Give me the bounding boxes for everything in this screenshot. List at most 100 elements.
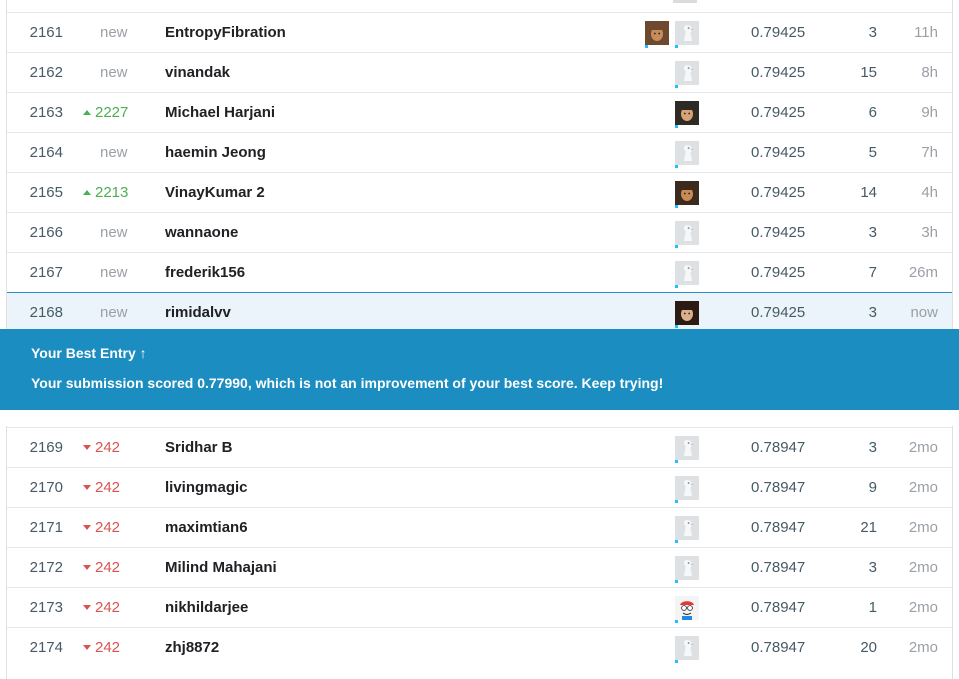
tier-indicator [645, 45, 648, 48]
team-name-link[interactable]: nikhildarjee [165, 588, 248, 628]
leaderboard-row[interactable]: 2167 new frederik156 0.79425 7 26m [7, 252, 952, 292]
rank-cell: 2167 [29, 264, 63, 281]
score-cell: 0.79425 [751, 184, 806, 201]
team-name-link[interactable]: Milind Mahajani [165, 548, 277, 588]
last-submission-cell: now [910, 304, 938, 321]
leaderboard-row[interactable]: 2166 new wannaone 0.79425 3 3h [7, 212, 952, 252]
team-name-link[interactable]: VinayKumar 2 [165, 173, 265, 213]
default-avatar-icon[interactable] [675, 476, 699, 503]
rank-change-value: new [100, 224, 128, 241]
team-name-link[interactable]: Sridhar B [165, 428, 233, 468]
entries-cell: 7 [868, 264, 877, 281]
team-name-link[interactable]: frederik156 [165, 253, 245, 293]
last-submission-cell: 2mo [908, 439, 938, 456]
entries-cell: 21 [860, 519, 877, 536]
leaderboard-row[interactable]: 2163 2227 Michael Harjani 0.79425 6 9h [7, 92, 952, 132]
rank-change-value: new [100, 24, 128, 41]
default-avatar-icon[interactable] [675, 21, 699, 48]
tier-indicator [675, 205, 678, 208]
entries-cell: 9 [868, 479, 877, 496]
tier-indicator [675, 660, 678, 663]
rank-change-value: 242 [95, 639, 121, 656]
rank-cell: 2174 [29, 639, 63, 656]
entries-cell: 3 [868, 224, 877, 241]
tier-indicator [675, 165, 678, 168]
default-avatar-icon[interactable] [675, 556, 699, 583]
default-avatar-icon[interactable] [675, 141, 699, 168]
rank-change-value: 2213 [95, 184, 129, 201]
user-avatar[interactable] [645, 21, 669, 48]
rank-change-value: new [100, 144, 128, 161]
user-avatar[interactable] [675, 301, 699, 328]
score-cell: 0.78947 [751, 599, 806, 616]
triangle-down-icon [83, 604, 91, 610]
score-cell: 0.79425 [751, 304, 806, 321]
rank-change-cell: 2227 [83, 93, 165, 133]
entries-cell: 3 [868, 439, 877, 456]
entries-cell: 6 [868, 104, 877, 121]
default-avatar-icon[interactable] [675, 221, 699, 248]
best-entry-title[interactable]: Your Best Entry ↑ [31, 345, 147, 361]
user-avatar[interactable] [675, 596, 699, 623]
leaderboard-row[interactable]: 2161 new EntropyFibration 0.79425 3 11h [7, 12, 952, 52]
leaderboard-row[interactable]: 2165 2213 VinayKumar 2 0.79425 14 4h [7, 172, 952, 212]
leaderboard-row[interactable]: 2169 242 Sridhar B 0.78947 3 2mo [7, 427, 952, 467]
team-name-link[interactable]: livingmagic [165, 468, 248, 508]
leaderboard-row[interactable]: 2173 242 nikhildarjee 0.78947 1 2mo [7, 587, 952, 627]
leaderboard-row-current-user[interactable]: 2168 new rimidalvv 0.79425 3 now [7, 292, 952, 332]
entries-cell: 15 [860, 64, 877, 81]
score-cell: 0.78947 [751, 439, 806, 456]
team-name-link[interactable]: EntropyFibration [165, 13, 286, 53]
score-cell: 0.78947 [751, 559, 806, 576]
leaderboard-row[interactable]: 2162 new vinandak 0.79425 15 8h [7, 52, 952, 92]
last-submission-cell: 7h [921, 144, 938, 161]
default-avatar-icon[interactable] [675, 516, 699, 543]
user-avatar[interactable] [675, 181, 699, 208]
default-avatar-icon[interactable] [675, 636, 699, 663]
tier-indicator [675, 460, 678, 463]
team-members [643, 428, 699, 468]
default-avatar-icon[interactable] [675, 261, 699, 288]
triangle-down-icon [83, 444, 91, 450]
best-entry-banner: Your Best Entry ↑ Your submission scored… [0, 329, 959, 410]
team-name-link[interactable]: wannaone [165, 213, 238, 253]
team-members [643, 133, 699, 173]
last-submission-cell: 2mo [908, 519, 938, 536]
entries-cell: 20 [860, 639, 877, 656]
triangle-up-icon [83, 109, 91, 115]
rank-cell: 2168 [29, 304, 63, 321]
rank-change-value: 242 [95, 479, 121, 496]
leaderboard-row[interactable]: 2172 242 Milind Mahajani 0.78947 3 2mo [7, 547, 952, 587]
tier-indicator [675, 245, 678, 248]
team-members [643, 93, 699, 133]
team-name-link[interactable]: Michael Harjani [165, 93, 275, 133]
rank-change-value: new [100, 304, 128, 321]
triangle-down-icon [83, 524, 91, 530]
default-avatar-icon[interactable] [675, 436, 699, 463]
last-submission-cell: 3h [921, 224, 938, 241]
last-submission-cell: 2mo [908, 479, 938, 496]
team-members [643, 468, 699, 508]
leaderboard-row[interactable]: 2174 242 zhj8872 0.78947 20 2mo [7, 627, 952, 667]
team-name-link[interactable]: zhj8872 [165, 628, 219, 668]
team-name-link[interactable]: haemin Jeong [165, 133, 266, 173]
rank-cell: 2170 [29, 479, 63, 496]
triangle-up-icon [83, 189, 91, 195]
team-members [643, 253, 699, 293]
team-members [643, 293, 699, 333]
leaderboard-row[interactable]: 2171 242 maximtian6 0.78947 21 2mo [7, 507, 952, 547]
team-members [643, 628, 699, 668]
user-avatar[interactable] [675, 101, 699, 128]
team-name-link[interactable]: rimidalvv [165, 293, 231, 333]
leaderboard-row[interactable]: 2164 new haemin Jeong 0.79425 5 7h [7, 132, 952, 172]
leaderboard-row[interactable]: 2170 242 livingmagic 0.78947 9 2mo [7, 467, 952, 507]
rank-cell: 2172 [29, 559, 63, 576]
team-name-link[interactable]: vinandak [165, 53, 230, 93]
score-cell: 0.79425 [751, 104, 806, 121]
last-submission-cell: 26m [908, 264, 938, 281]
default-avatar-icon[interactable] [675, 61, 699, 88]
team-name-link[interactable]: maximtian6 [165, 508, 248, 548]
rank-change-cell: 242 [83, 428, 165, 468]
tier-indicator [675, 45, 678, 48]
score-cell: 0.78947 [751, 479, 806, 496]
